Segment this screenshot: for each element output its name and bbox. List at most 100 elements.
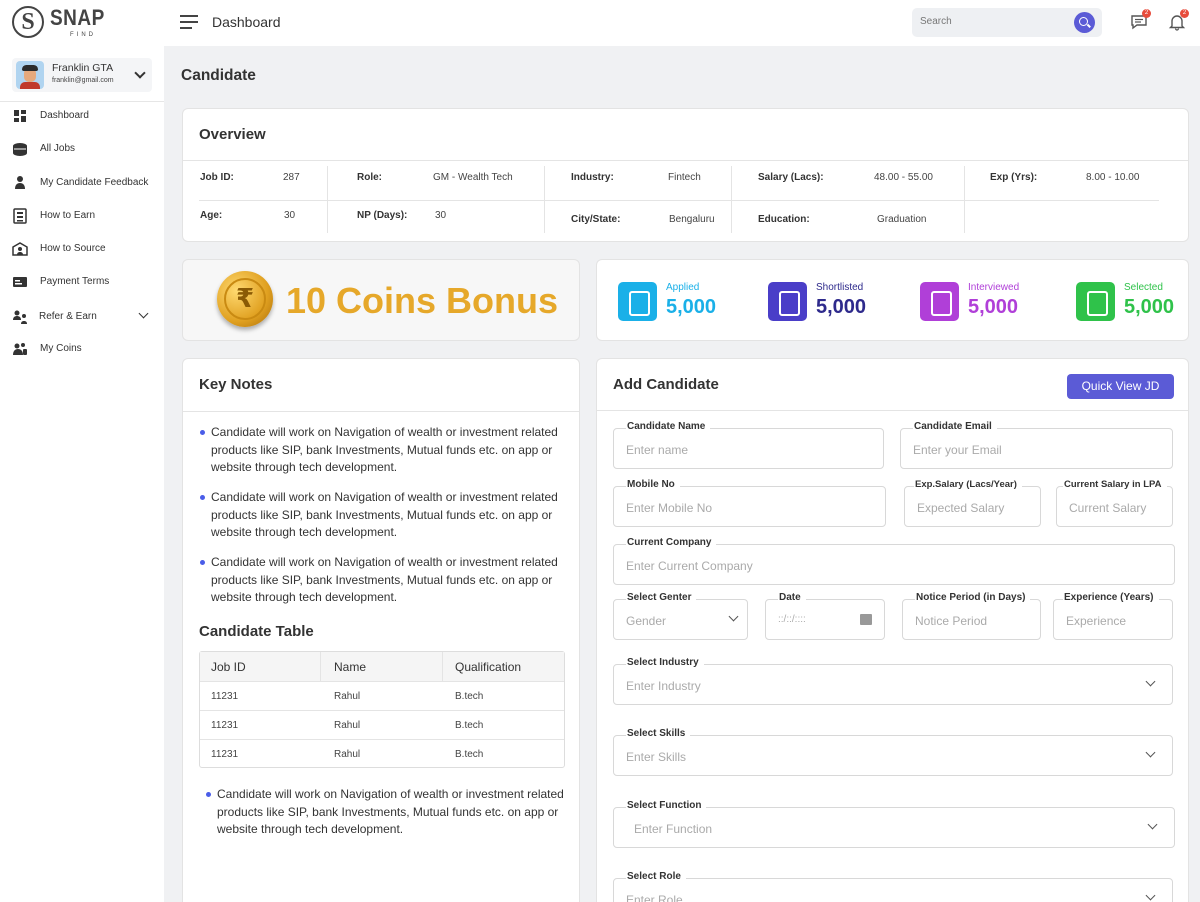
skills-select[interactable]: Select Skills Enter Skills [613, 728, 1173, 776]
overview-value: 48.00 - 55.00 [874, 172, 933, 183]
sidebar-item-how-to-source[interactable]: How to Source [0, 237, 164, 263]
field-label: Notice Period (in Days) [915, 592, 1031, 603]
notice-period-field[interactable]: Notice Period (in Days) Notice Period [902, 592, 1041, 640]
overview-value: Fintech [668, 172, 701, 183]
sidebar-item-refer-earn[interactable]: Refer & Earn [0, 305, 164, 331]
quick-view-jd-button[interactable]: Quick View JD [1067, 374, 1174, 399]
overview-label: Role: [357, 172, 382, 183]
overview-value: GM - Wealth Tech [433, 172, 513, 183]
field-placeholder: Enter Function [634, 822, 713, 836]
stat-label: Applied [666, 282, 700, 293]
logo-mark: S [12, 6, 44, 38]
field-placeholder: ::/::/:::: [778, 614, 806, 625]
sidebar-divider [0, 101, 164, 102]
current-salary-field[interactable]: Current Salary in LPA Current Salary [1056, 479, 1173, 527]
sidebar-item-how-to-earn[interactable]: How to Earn [0, 204, 164, 230]
logo-subtext: FIND [70, 32, 96, 38]
field-placeholder: Enter your Email [913, 443, 1002, 457]
hamburger-menu-icon[interactable] [180, 15, 198, 29]
overview-label: Industry: [571, 172, 614, 183]
sidebar-item-label: All Jobs [40, 143, 76, 154]
top-bar: S SNAP FIND Dashboard Search 2 2 [0, 0, 1200, 46]
dashboard-icon [12, 108, 28, 124]
field-placeholder: Enter Industry [626, 679, 701, 693]
add-candidate-card: Add Candidate Quick View JD Candidate Na… [596, 358, 1189, 902]
sidebar-item-label: Refer & Earn [39, 311, 97, 322]
field-label: Select Role [626, 871, 686, 882]
table-header: Job ID [200, 652, 321, 681]
stat-value: 5,000 [1124, 296, 1175, 318]
field-placeholder: Enter Current Company [626, 559, 753, 573]
add-candidate-title: Add Candidate [613, 376, 719, 393]
date-field[interactable]: Date ::/::/:::: [765, 592, 885, 640]
page-header-title: Dashboard [212, 14, 281, 30]
field-label: Current Company [626, 537, 717, 548]
messages-icon[interactable]: 2 [1130, 9, 1151, 31]
overview-label: NP (Days): [357, 210, 408, 221]
calendar-icon[interactable] [860, 614, 872, 625]
mobile-no-field[interactable]: Mobile No Enter Mobile No [613, 479, 886, 527]
industry-select[interactable]: Select Industry Enter Industry [613, 657, 1173, 705]
stat-label: Shortlisted [816, 282, 864, 293]
sidebar-item-my-coins[interactable]: My Coins [0, 337, 164, 363]
chevron-down-icon [1145, 676, 1156, 687]
table-header: Qualification [443, 652, 564, 681]
user-email: franklin@gmail.com [52, 77, 114, 84]
gender-select[interactable]: Select Genter Gender [613, 592, 748, 640]
notification-bell-icon[interactable]: 2 [1168, 9, 1189, 31]
sidebar-item-label: My Candidate Feedback [40, 177, 149, 188]
avatar [16, 61, 44, 89]
messages-badge: 2 [1142, 9, 1151, 18]
sidebar-item-candidate-feedback[interactable]: My Candidate Feedback [0, 171, 164, 197]
jobs-icon [12, 141, 28, 157]
candidate-stats-card: Applied 5,000 Shortlisted 5,000 Intervie… [596, 259, 1189, 341]
table-row[interactable]: 11231 Rahul B.tech [200, 710, 564, 739]
overview-card: Overview Job ID: 287 Role: GM - Wealth T… [182, 108, 1189, 242]
candidate-name-field[interactable]: Candidate Name Enter name [613, 421, 884, 469]
candidate-table: Job ID Name Qualification 11231 Rahul B.te… [199, 651, 565, 768]
field-placeholder: Enter Mobile No [626, 501, 713, 515]
feedback-icon [12, 175, 28, 191]
function-select[interactable]: Select Function Enter Function [613, 800, 1175, 848]
chevron-down-icon[interactable] [138, 308, 149, 319]
current-company-field[interactable]: Current Company Enter Current Company [613, 537, 1175, 585]
overview-label: Exp (Yrs): [990, 172, 1038, 183]
table-row[interactable]: 11231 Rahul B.tech [200, 681, 564, 710]
candidate-table-title: Candidate Table [199, 623, 314, 640]
role-select[interactable]: Select Role Enter Role [613, 871, 1173, 902]
field-label: Current Salary in LPA [1063, 479, 1167, 490]
field-label: Select Skills [626, 728, 691, 739]
sidebar-item-payment-terms[interactable]: Payment Terms [0, 270, 164, 296]
field-label: Date [778, 592, 806, 603]
search-input[interactable]: Search [920, 16, 952, 27]
field-placeholder: Expected Salary [917, 501, 1005, 515]
search-bar[interactable]: Search [912, 8, 1102, 37]
table-row[interactable]: 11231 Rahul B.tech [200, 739, 564, 768]
overview-value: 30 [284, 210, 296, 221]
sidebar-item-dashboard[interactable]: Dashboard [0, 104, 164, 130]
stat-value: 5,000 [666, 296, 717, 318]
sidebar-item-all-jobs[interactable]: All Jobs [0, 137, 164, 163]
overview-label: Job ID: [200, 172, 234, 183]
expected-salary-field[interactable]: Exp.Salary (Lacs/Year) Expected Salary [904, 479, 1041, 527]
overview-label: Education: [758, 214, 810, 225]
chevron-down-icon [1145, 890, 1156, 901]
overview-value: 287 [283, 172, 300, 183]
bonus-text: 10 Coins Bonus [286, 280, 559, 321]
divider [183, 411, 579, 412]
divider [199, 200, 1159, 201]
notifications-badge: 2 [1180, 9, 1189, 18]
sidebar: Franklin GTA franklin@gmail.com Dashboar… [0, 46, 164, 902]
sidebar-item-label: Dashboard [40, 110, 89, 121]
sidebar-item-label: How to Source [40, 243, 106, 254]
chevron-down-icon [728, 611, 739, 622]
user-profile-dropdown[interactable]: Franklin GTA franklin@gmail.com [12, 58, 152, 92]
candidate-email-field[interactable]: Candidate Email Enter your Email [900, 421, 1173, 469]
experience-field[interactable]: Experience (Years) Experience [1053, 592, 1173, 640]
chevron-down-icon[interactable] [134, 67, 146, 79]
snapfind-logo[interactable]: S SNAP FIND [12, 6, 104, 40]
search-icon[interactable] [1074, 12, 1095, 33]
coins-bonus-banner: ₹ 10 Coins Bonus [182, 259, 580, 341]
coins-icon [12, 341, 28, 357]
field-label: Candidate Email [913, 421, 997, 432]
